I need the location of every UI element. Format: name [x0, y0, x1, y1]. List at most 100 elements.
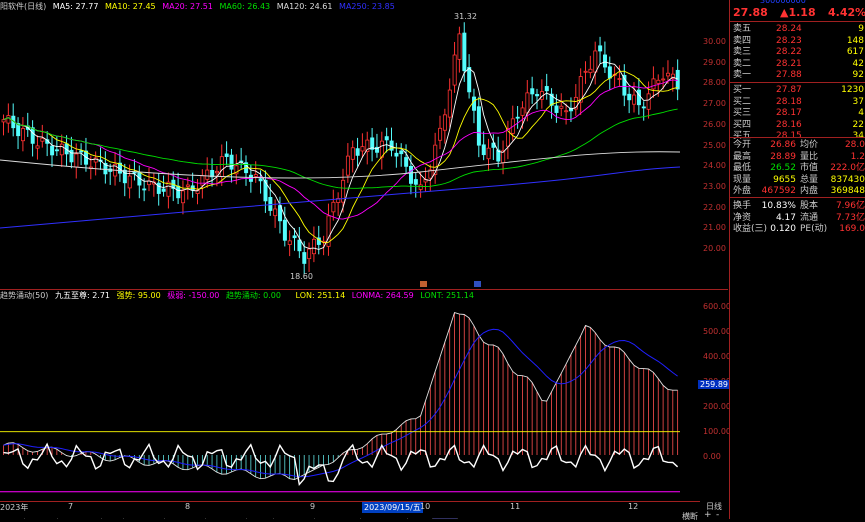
buy-level-row[interactable]: 买四 28.16 22 [730, 119, 865, 131]
candle-body [656, 79, 661, 84]
candle-body [54, 149, 59, 152]
candle-body [79, 150, 84, 153]
price-tick-label: 22.00 [703, 202, 726, 212]
candle-body [593, 50, 598, 73]
candle-body [675, 69, 680, 90]
date-label: 11 [510, 502, 521, 511]
candle-body [603, 54, 608, 68]
level-price: 27.87 [776, 85, 802, 95]
candle-body [229, 154, 234, 170]
stat-value: 9655 [773, 174, 796, 185]
stat-label: 最高 [733, 151, 752, 162]
candle-body [302, 252, 307, 264]
stat-label: 换手 [733, 201, 752, 211]
date-label: 8 [185, 502, 191, 511]
candle-body [525, 92, 530, 114]
scroll-tab[interactable]: 横断 [682, 511, 698, 522]
candle-body [185, 184, 190, 187]
candle-body [544, 86, 549, 92]
sell-level-row[interactable]: 卖二 28.21 42 [730, 58, 865, 70]
candle-body [627, 93, 632, 101]
candle-body [200, 175, 205, 186]
sell-level-row[interactable]: 卖三 28.22 617 [730, 46, 865, 58]
candle-body [476, 106, 481, 146]
candle-body [219, 156, 224, 177]
level-volume: 22 [852, 119, 864, 130]
candlestick-chart[interactable] [0, 10, 700, 280]
candle-body [515, 116, 520, 119]
low-price-mark: 18.60 [290, 272, 313, 281]
candle-body [74, 153, 79, 168]
candle-body [607, 66, 612, 79]
candle-body [617, 78, 622, 80]
stat-label: 均价 [800, 140, 819, 150]
candle-body [6, 115, 11, 124]
stat-label: 股本 [800, 201, 819, 211]
stat-row: 净资 4.17 流通 7.73亿 [730, 212, 865, 224]
ma120-line [0, 151, 681, 179]
candle-body [1, 119, 6, 123]
buy-level-row[interactable]: 买一 27.87 1230 [730, 84, 865, 96]
level-volume: 617 [846, 47, 864, 58]
candle-body [408, 166, 413, 184]
sell-level-row[interactable]: 卖五 28.24 9 [730, 23, 865, 35]
candle-body [588, 68, 593, 74]
date-label: 12 [628, 502, 639, 511]
bottom-tab-bar: 窗口MACDVOL-TDXCCI趋势动力主力追踪私募大师MA2测试大师测试神图A… [0, 511, 700, 519]
stat-value: 26.86 [770, 140, 796, 150]
candle-body [50, 145, 55, 156]
panel-sep [730, 21, 865, 22]
candle-body [142, 188, 147, 191]
stat-value: 467592 [761, 186, 796, 197]
candle-body [287, 240, 292, 245]
price-tick-label: 30.00 [703, 37, 726, 46]
stat-value: 7.96亿 [835, 201, 865, 211]
level-price: 28.18 [776, 96, 802, 107]
level-volume: 1230 [841, 85, 864, 95]
candle-body [442, 114, 447, 131]
candle-body [583, 70, 588, 73]
stat-label: 流通 [800, 212, 819, 223]
stat-row: 最高 28.89 量比 1.2 [730, 151, 865, 163]
panel-header: 300000000 [760, 0, 806, 5]
stat-label: 今开 [733, 140, 752, 150]
stat-label: 净资 [733, 212, 752, 223]
sell-level-row[interactable]: 卖一 27.88 92 [730, 69, 865, 81]
oscillator-line [3, 442, 679, 486]
sell-level-row[interactable]: 卖四 28.23 148 [730, 35, 865, 47]
indicator-chart[interactable] [0, 298, 700, 498]
signal-icon [420, 281, 427, 287]
price-tick-label: 25.00 [703, 140, 726, 150]
stat-row: 最低 26.52 市值 222.0亿 [730, 162, 865, 174]
ind-tick-label: 0.00 [703, 452, 721, 461]
level-label: 卖一 [733, 70, 752, 81]
level-price: 28.24 [776, 24, 802, 34]
candle-body [268, 197, 273, 211]
stat-value: 169.0 [839, 224, 865, 235]
stat-value: 4.17 [775, 212, 796, 223]
level-volume: 4 [858, 108, 864, 119]
stat-label: 收益(三) [733, 224, 768, 235]
candle-body [530, 88, 535, 95]
buy-level-row[interactable]: 买三 28.17 4 [730, 107, 865, 119]
stat-label: 内盘 [800, 186, 819, 197]
stat-value: 837430 [830, 174, 865, 185]
candle-body [205, 169, 210, 180]
candle-body [345, 155, 350, 176]
stat-row: 换手 10.83% 股本 7.96亿 [730, 200, 865, 212]
candle-body [535, 94, 540, 97]
candle-body [355, 148, 360, 156]
buy-level-row[interactable]: 买二 28.18 37 [730, 96, 865, 108]
candle-body [452, 54, 457, 86]
level-price: 28.22 [776, 47, 802, 58]
price-change-pct: 4.42% [828, 6, 865, 19]
candle-body [564, 110, 569, 113]
candle-body [666, 72, 671, 77]
candle-body [462, 32, 467, 72]
candle-body [360, 146, 365, 152]
price-tick-label: 28.00 [703, 78, 726, 88]
last-price: 27.88 [733, 6, 768, 19]
chart-area[interactable]: 阳软件(日线) MA5: 27.77 MA10: 27.45 MA20: 27.… [0, 0, 731, 519]
stat-value: 10.83% [761, 201, 796, 211]
level-volume: 37 [852, 96, 864, 107]
